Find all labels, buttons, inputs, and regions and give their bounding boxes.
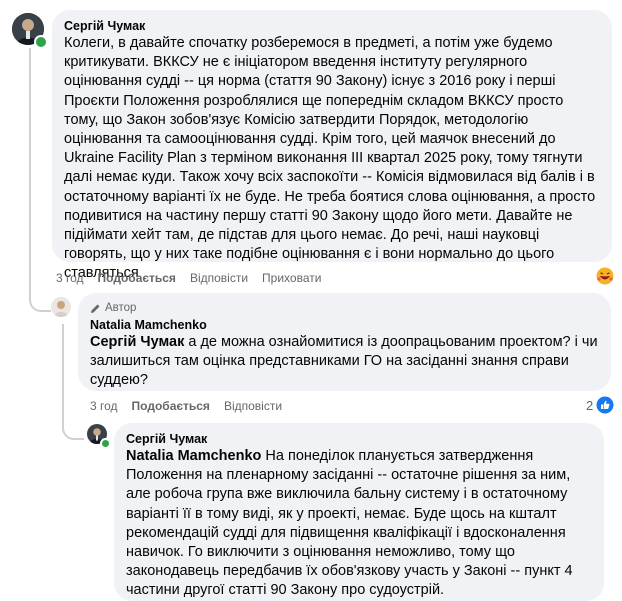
author-badge-label: Автор bbox=[105, 302, 137, 314]
mention-link[interactable]: Сергій Чумак bbox=[90, 334, 184, 350]
comment-timestamp[interactable]: 3 год bbox=[90, 398, 118, 414]
person-icon bbox=[51, 297, 71, 317]
thread-line-curve-1 bbox=[29, 296, 51, 312]
reply-button[interactable]: Відповісти bbox=[224, 398, 282, 414]
like-icon bbox=[596, 396, 614, 414]
like-button[interactable]: Подобається bbox=[132, 398, 210, 414]
avatar-natalia[interactable] bbox=[51, 297, 71, 317]
comment-author[interactable]: Сергій Чумак bbox=[126, 431, 592, 447]
online-status-indicator bbox=[34, 35, 48, 49]
comment-timestamp[interactable]: 3 год bbox=[56, 270, 84, 286]
like-button[interactable]: Подобається bbox=[98, 270, 176, 286]
reaction-count: 2 bbox=[586, 397, 594, 413]
comment-author[interactable]: Natalia Mamchenko bbox=[90, 317, 599, 333]
thread-line-curve-2 bbox=[62, 424, 84, 440]
comment-text: Колеги, в давайте спочатку розберемося в… bbox=[64, 35, 596, 282]
reply-button[interactable]: Відповісти bbox=[190, 270, 248, 286]
comment-text-body: На понеділок планується затвердження Пол… bbox=[126, 448, 573, 599]
comment-actions-1: 3 год Подобається Відповісти Приховати bbox=[56, 270, 321, 286]
comment-text: Сергій Чумак а де можна ознайомитися із … bbox=[90, 333, 599, 391]
comment-author[interactable]: Сергій Чумак bbox=[64, 18, 600, 34]
reaction-summary-1[interactable] bbox=[596, 267, 614, 285]
reaction-summary-2[interactable]: 2 bbox=[586, 396, 614, 414]
online-status-indicator bbox=[100, 438, 111, 449]
comment-bubble-1: Сергій Чумак Колеги, в давайте спочатку … bbox=[52, 10, 612, 281]
haha-emoji-icon bbox=[596, 267, 614, 285]
author-badge: Автор bbox=[90, 301, 599, 315]
comment-text: Natalia Mamchenko На понеділок плануєтьс… bbox=[126, 447, 592, 601]
hide-button[interactable]: Приховати bbox=[262, 270, 321, 286]
comment-bubble-2: Автор Natalia Mamchenko Сергій Чумак а д… bbox=[78, 293, 611, 391]
comment-bubble-3: Сергій Чумак Natalia Mamchenko На понеді… bbox=[114, 423, 604, 601]
mention-link[interactable]: Natalia Mamchenko bbox=[126, 448, 261, 464]
thread-line-main bbox=[29, 48, 31, 296]
thread-line-nested bbox=[62, 324, 64, 424]
comment-actions-2: 3 год Подобається Відповісти bbox=[90, 398, 282, 414]
pencil-icon bbox=[91, 304, 100, 313]
